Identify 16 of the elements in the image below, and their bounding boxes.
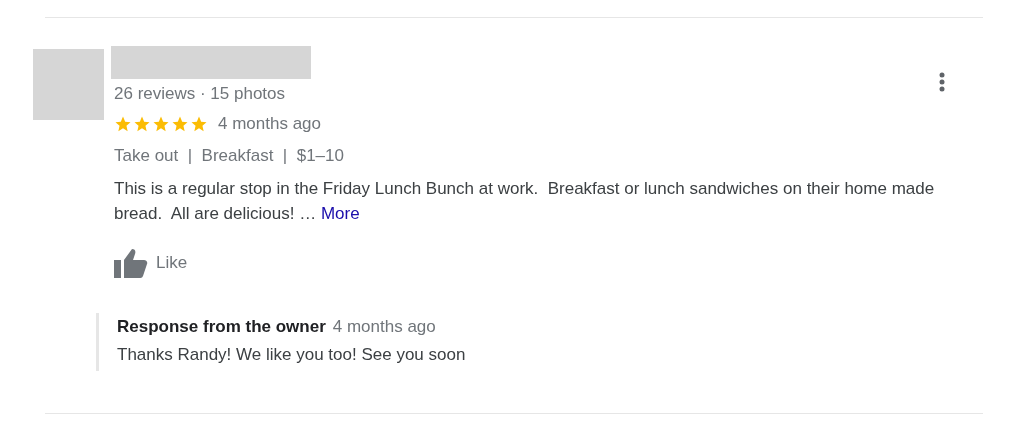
reviewer-stats: 26 reviews · 15 photos <box>114 84 287 104</box>
star-icon <box>190 115 208 133</box>
like-button[interactable]: Like <box>114 248 188 278</box>
star-icon <box>152 115 170 133</box>
more-link[interactable]: More <box>320 204 360 223</box>
response-title: Response from the owner <box>117 317 326 337</box>
star-icon <box>171 115 189 133</box>
star-icon <box>133 115 151 133</box>
more-options-icon[interactable] <box>939 72 945 92</box>
review-details: Take out | Breakfast | $1–10 <box>114 146 345 166</box>
review-text: This is a regular stop in the Friday Lunch Bunch at work. Breakfast or lunch sandwiches on their home made bread. All are delicious! … More <box>114 178 936 225</box>
star-icon <box>114 115 132 133</box>
avatar <box>33 49 104 120</box>
response-text: Thanks Randy! We like you too! See you soon <box>117 345 467 365</box>
response-time: 4 months ago <box>332 317 436 337</box>
review-time: 4 months ago <box>218 114 321 134</box>
